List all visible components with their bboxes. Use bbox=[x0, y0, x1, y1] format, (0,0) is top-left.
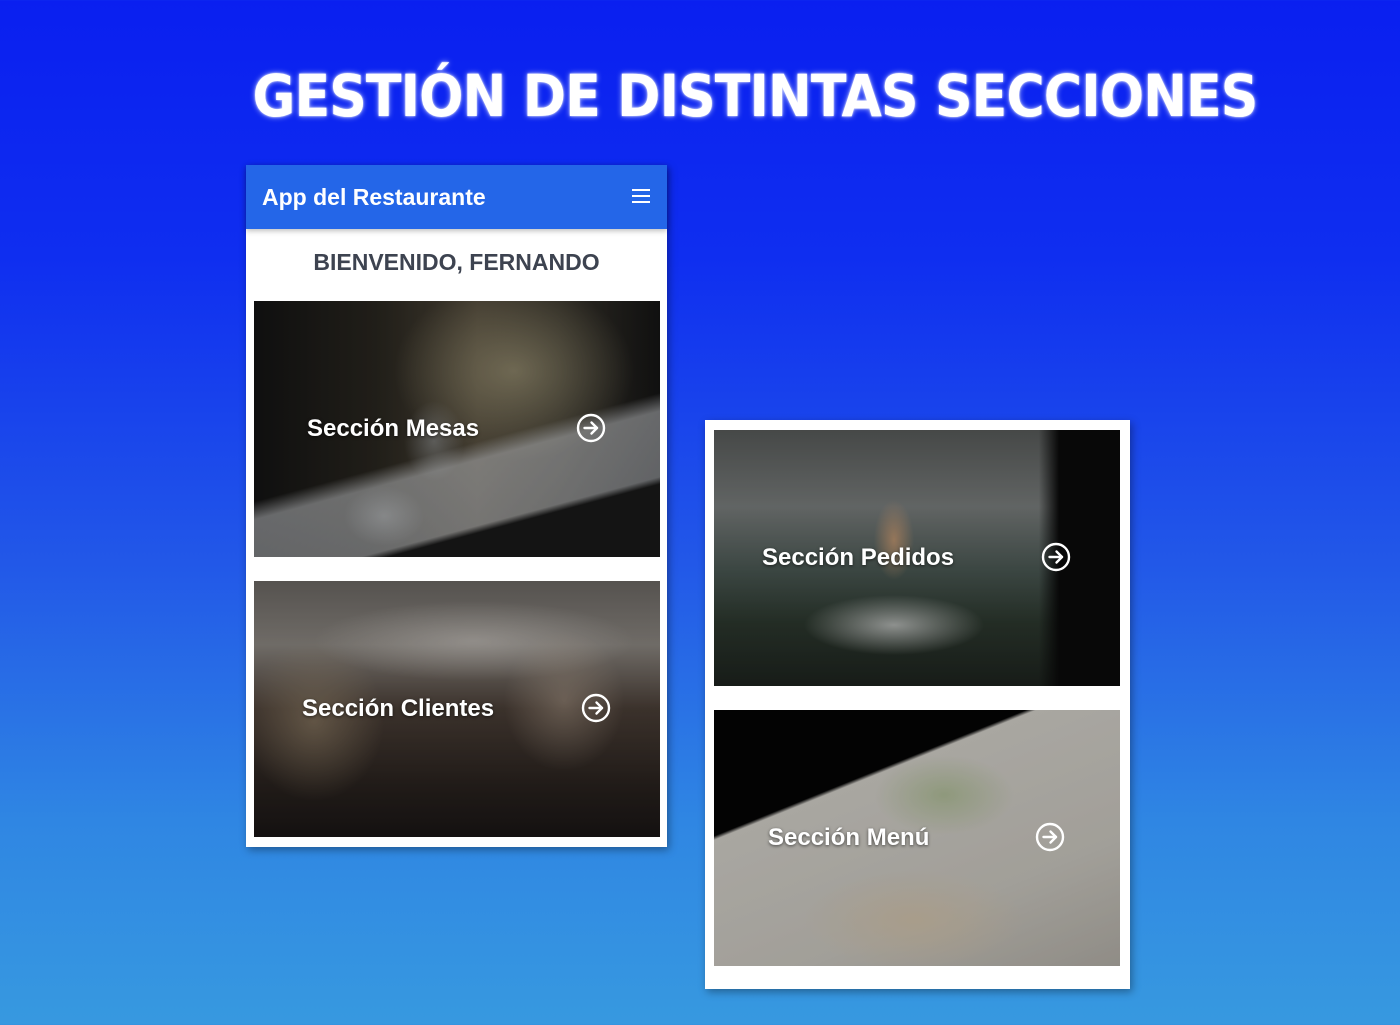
section-label-pedidos: Sección Pedidos bbox=[762, 544, 955, 571]
arrow-right-circle-icon[interactable] bbox=[1035, 822, 1065, 852]
section-card-mesas[interactable]: Sección Mesas bbox=[254, 301, 660, 557]
section-label-mesas: Sección Mesas bbox=[307, 415, 480, 442]
arrow-right-circle-icon[interactable] bbox=[576, 413, 606, 443]
section-card-menu[interactable]: Sección Menú bbox=[714, 710, 1120, 966]
app-screen: App del Restaurante BIENVENIDO, FERNANDO… bbox=[246, 165, 667, 847]
sections-panel: Sección Pedidos Sección Menú bbox=[705, 420, 1130, 989]
section-label-clientes: Sección Clientes bbox=[302, 695, 495, 722]
arrow-right-circle-icon[interactable] bbox=[581, 693, 611, 723]
arrow-right-circle-icon[interactable] bbox=[1041, 542, 1071, 572]
section-card-clientes[interactable]: Sección Clientes bbox=[254, 581, 660, 837]
page-title: GESTIÓN DE DISTINTAS SECCIONES bbox=[252, 62, 1259, 130]
app-title: App del Restaurante bbox=[262, 184, 486, 210]
section-card-pedidos[interactable]: Sección Pedidos bbox=[714, 430, 1120, 686]
app-header: App del Restaurante bbox=[246, 165, 667, 229]
section-label-menu: Sección Menú bbox=[768, 824, 930, 851]
welcome-message: BIENVENIDO, FERNANDO bbox=[313, 249, 600, 275]
hamburger-menu-icon[interactable] bbox=[631, 187, 651, 205]
